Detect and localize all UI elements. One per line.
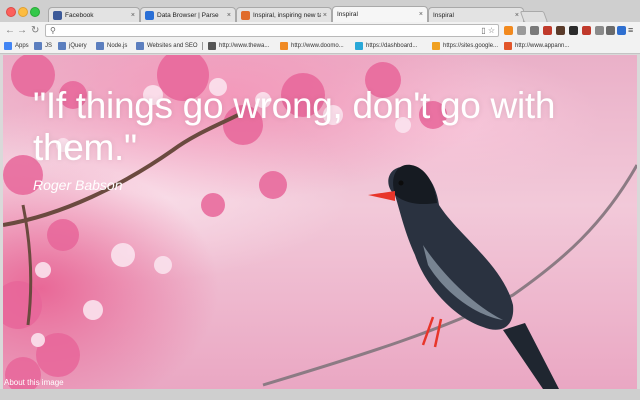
tab-title: Facebook xyxy=(65,11,94,19)
tab-inspiral-store[interactable]: Inspiral, inspiring new tab × xyxy=(236,7,332,22)
tab-title: Inspiral, inspiring new tab xyxy=(253,11,321,19)
bookmark-label: JS xyxy=(45,43,53,49)
bookmark-doomo[interactable]: http://www.doomo... xyxy=(280,41,344,51)
zoom-window-button[interactable] xyxy=(30,7,40,17)
forward-arrow-icon[interactable]: → xyxy=(17,25,27,36)
grey-ext-icon[interactable] xyxy=(517,26,526,35)
close-window-button[interactable] xyxy=(6,7,16,17)
about-image-link[interactable]: About this image xyxy=(4,378,64,387)
reload-icon[interactable]: ↻ xyxy=(31,25,39,36)
tab-close-icon[interactable]: × xyxy=(419,11,423,18)
tab-inspiral-active[interactable]: Inspiral × xyxy=(332,6,428,22)
power-icon[interactable] xyxy=(617,26,626,35)
bookmark-label: https://sites.google... xyxy=(443,43,499,49)
tab-inspiral[interactable]: Inspiral × xyxy=(428,7,524,22)
bookmark-label: Apps xyxy=(15,43,29,49)
badge-icon[interactable] xyxy=(556,26,565,35)
search-icon: ⚲ xyxy=(50,26,56,35)
tab-strip: Facebook × Data Browser | Parse × Inspir… xyxy=(0,0,640,23)
tab-close-icon[interactable]: × xyxy=(515,12,519,19)
tab-facebook[interactable]: Facebook × xyxy=(48,7,140,22)
bookmark-label: Websites and SEO xyxy=(147,43,198,49)
site-icon xyxy=(355,42,363,50)
bookmark-label: jQuery xyxy=(69,43,87,49)
avast-icon[interactable] xyxy=(504,26,513,35)
site-icon xyxy=(280,42,288,50)
folder-icon xyxy=(136,42,144,50)
tab-title: Data Browser | Parse xyxy=(157,11,219,19)
bookmark-label: https://dashboard... xyxy=(366,43,418,49)
bookmark-thewa[interactable]: http://www.thewa... xyxy=(208,41,269,51)
parse-icon xyxy=(145,10,154,20)
bookmark-label: Node.js xyxy=(107,43,128,49)
minimize-window-button[interactable] xyxy=(18,7,28,17)
quote-text: "If things go wrong, don't go with them.… xyxy=(33,85,556,168)
back-arrow-icon[interactable]: ← xyxy=(5,25,15,36)
tab-title: Inspiral xyxy=(433,11,454,19)
bookmark-label: http://www.doomo... xyxy=(291,43,344,49)
bookmark-folder-websites-seo[interactable]: Websites and SEO xyxy=(136,41,198,51)
bookmark-star-icon[interactable]: ▯ ☆ xyxy=(481,26,495,35)
bookmark-label: http://www.thewa... xyxy=(219,43,270,49)
quote-author: Roger Babson xyxy=(33,177,123,193)
target-icon[interactable] xyxy=(543,26,552,35)
bookmark-folder-js[interactable]: JS xyxy=(34,41,52,51)
flag-icon[interactable] xyxy=(582,26,591,35)
new-tab-page: "If things go wrong, don't go with them.… xyxy=(3,55,637,389)
browser-toolbar: ← → ↻ ⚲ ▯ ☆ ≡ xyxy=(0,22,640,39)
pause-icon[interactable] xyxy=(530,26,539,35)
bookmark-separator xyxy=(202,42,203,50)
page-icon xyxy=(208,42,216,50)
bookmark-sites-google[interactable]: https://sites.google... xyxy=(432,41,498,51)
folder-icon xyxy=(34,42,42,50)
tab-title: Inspiral xyxy=(337,11,358,18)
window-bottom-edge xyxy=(0,389,640,400)
shield-icon[interactable] xyxy=(569,26,578,35)
folder-icon xyxy=(58,42,66,50)
bookmarks-bar: Apps JS jQuery Node.js Websites and SEO … xyxy=(0,39,640,54)
bookmark-folder-jquery[interactable]: jQuery xyxy=(58,41,87,51)
tab-close-icon[interactable]: × xyxy=(131,12,135,19)
bookmark-dashboard[interactable]: https://dashboard... xyxy=(355,41,417,51)
bookmark-appann[interactable]: http://www.appann... xyxy=(504,41,569,51)
bookmark-folder-nodejs[interactable]: Node.js xyxy=(96,41,127,51)
chat-icon[interactable] xyxy=(595,26,604,35)
webstore-icon xyxy=(241,10,250,20)
site-icon xyxy=(504,42,512,50)
address-bar[interactable]: ⚲ ▯ ☆ xyxy=(45,24,499,37)
tab-close-icon[interactable]: × xyxy=(323,12,327,19)
box-icon[interactable] xyxy=(606,26,615,35)
google-sites-icon xyxy=(432,42,440,50)
tab-close-icon[interactable]: × xyxy=(227,12,231,19)
menu-icon[interactable]: ≡ xyxy=(628,25,633,35)
bookmark-label: http://www.appann... xyxy=(515,43,570,49)
tab-parse[interactable]: Data Browser | Parse × xyxy=(140,7,236,22)
folder-icon xyxy=(96,42,104,50)
facebook-icon xyxy=(53,10,62,20)
bird xyxy=(368,164,559,389)
bookmark-apps[interactable]: Apps xyxy=(4,41,29,51)
apps-grid-icon xyxy=(4,42,12,50)
